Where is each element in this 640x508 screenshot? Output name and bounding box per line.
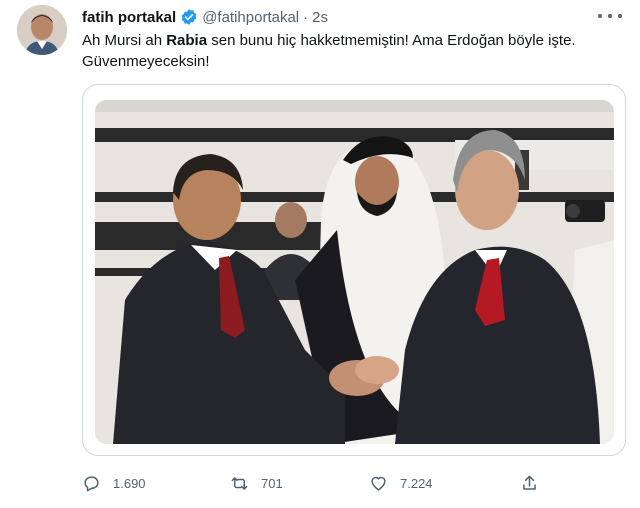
separator-dot: · [303,8,309,26]
author-handle[interactable]: @fatihportakal [202,9,299,26]
tweet-header: fatih portakal @fatihportakal · 2s [82,6,328,28]
tweet-text-part: Ah Mursi ah [82,32,167,49]
retweet-button[interactable]: 701 [230,470,283,496]
share-icon [523,475,536,490]
retweet-count: 701 [261,475,283,491]
tweet-card[interactable]: fatih portakal @fatihportakal · 2s Ah Mu… [0,0,640,508]
like-count: 7.224 [400,475,433,491]
verified-badge-icon [180,8,198,26]
tweet-text: Ah Mursi ah Rabia sen bunu hiç hakketmem… [82,30,622,72]
share-button[interactable] [520,470,539,496]
retweet-icon [231,476,248,490]
author-name[interactable]: fatih portakal [82,9,176,26]
media-container[interactable] [82,84,626,456]
tweet-text-bold: Rabia [166,32,208,49]
reply-button[interactable]: 1.690 [82,470,146,496]
tweet-time[interactable]: 2s [312,9,328,26]
more-options-icon[interactable] [598,8,622,24]
like-button[interactable]: 7.224 [369,470,433,496]
reply-count: 1.690 [113,475,146,491]
reply-icon [84,475,99,491]
author-avatar[interactable] [17,5,67,55]
tweet-photo[interactable] [95,100,614,444]
tweet-actions: 1.690 701 7.224 [82,470,552,496]
heart-icon [371,476,386,491]
